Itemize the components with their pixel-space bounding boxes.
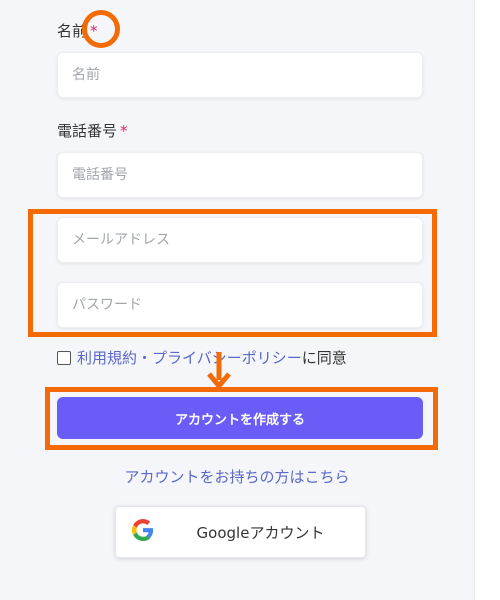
phone-label-text: 電話番号 — [57, 122, 118, 140]
required-mark: * — [120, 122, 128, 140]
login-link[interactable]: アカウントをお持ちの方はこちら — [0, 466, 474, 487]
terms-checkbox[interactable] — [57, 350, 71, 365]
google-g-icon — [132, 519, 154, 545]
name-input[interactable] — [57, 52, 423, 98]
annotation-box-credentials — [28, 209, 437, 337]
side-gutter — [474, 0, 500, 600]
terms-suffix: に同意 — [301, 349, 347, 367]
google-signin-button[interactable]: Googleアカウント — [115, 506, 366, 558]
phone-input[interactable] — [57, 152, 423, 198]
phone-label: 電話番号 * — [57, 120, 128, 141]
terms-link[interactable]: 利用規約・プライバシーポリシー — [77, 347, 302, 368]
annotation-box-submit — [45, 387, 438, 450]
annotation-circle — [82, 10, 120, 48]
annotation-arrow-icon — [207, 352, 231, 390]
google-button-label: Googleアカウント — [196, 523, 325, 542]
terms-agreement: 利用規約・プライバシーポリシー に同意 — [57, 347, 347, 368]
